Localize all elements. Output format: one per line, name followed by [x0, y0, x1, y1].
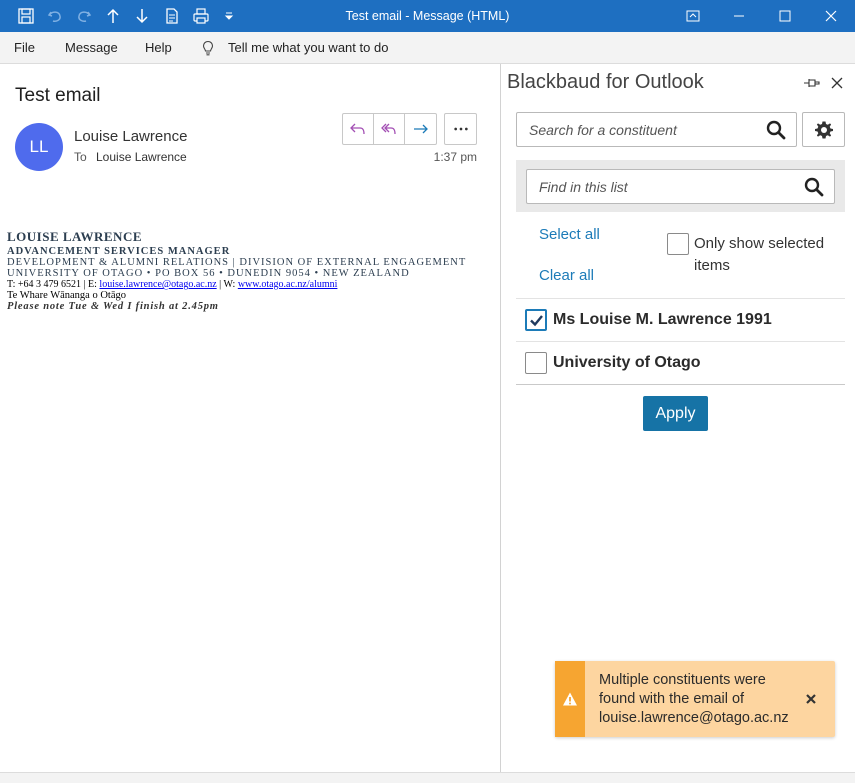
checkmark-icon: [530, 315, 543, 327]
constituent-label[interactable]: Ms Louise M. Lawrence 1991: [553, 311, 772, 329]
search-icon[interactable]: [766, 120, 786, 140]
avatar: LL: [15, 123, 63, 171]
constituent-checkbox-checked[interactable]: [525, 309, 547, 331]
avatar-initials: LL: [29, 137, 49, 156]
warning-icon: [563, 692, 577, 706]
list-divider: [516, 298, 845, 299]
pane-divider[interactable]: [500, 64, 501, 772]
signature-name: LOUISE LAWRENCE: [7, 229, 143, 244]
to-label: To: [74, 150, 87, 164]
only-show-selected-label[interactable]: Only show selected items: [694, 233, 844, 277]
signature-web-prefix: | W:: [216, 279, 238, 290]
signature-note: Please note Tue & Wed I finish at 2.45pm: [7, 301, 219, 312]
previous-item-icon[interactable]: [98, 0, 127, 32]
print-icon[interactable]: [186, 0, 215, 32]
warning-toast: Multiple constituents were found with th…: [555, 661, 835, 737]
email-signature: LOUISE LAWRENCE ADVANCEMENT SERVICES MAN…: [7, 229, 466, 312]
signature-university: UNIVERSITY OF OTAGO • PO BOX 56 • DUNEDI…: [7, 268, 410, 279]
settings-button[interactable]: [802, 112, 845, 147]
list-divider: [516, 384, 845, 385]
undo-icon[interactable]: [40, 0, 69, 32]
close-pane-icon[interactable]: [829, 75, 845, 91]
forward-button[interactable]: [405, 114, 436, 144]
minimize-icon[interactable]: [716, 0, 762, 32]
reply-button-group: [342, 113, 437, 145]
menu-help[interactable]: Help: [145, 32, 172, 64]
signature-email-link[interactable]: louise.lawrence@otago.ac.nz: [99, 279, 216, 290]
maximize-icon[interactable]: [762, 0, 808, 32]
warning-message: Multiple constituents were found with th…: [599, 672, 789, 726]
redo-icon[interactable]: [69, 0, 98, 32]
close-toast-icon[interactable]: [804, 692, 818, 706]
title-bar: Test email - Message (HTML): [0, 0, 855, 32]
signature-web-link[interactable]: www.otago.ac.nz/alumni: [238, 279, 338, 290]
save-icon[interactable]: [11, 0, 40, 32]
message-subject: Test email: [15, 85, 101, 106]
more-actions-button[interactable]: [444, 113, 477, 145]
only-show-selected-checkbox[interactable]: [667, 233, 689, 255]
customize-toolbar-icon[interactable]: [214, 0, 243, 32]
reply-all-icon: [381, 123, 396, 135]
find-in-list-input[interactable]: [539, 170, 759, 203]
close-window-icon[interactable]: [808, 0, 854, 32]
select-all-link[interactable]: Select all: [539, 226, 600, 243]
next-item-icon[interactable]: [127, 0, 156, 32]
signature-department: DEVELOPMENT & ALUMNI RELATIONS | DIVISIO…: [7, 257, 467, 268]
reply-all-button[interactable]: [374, 114, 405, 144]
signature-maori-name: Te Whare Wānanga o Otāgo: [7, 290, 126, 301]
signature-phone: T: +64 3 479 6521 | E:: [7, 279, 100, 290]
menu-file[interactable]: File: [14, 32, 35, 64]
print-preview-icon[interactable]: [157, 0, 186, 32]
menu-message[interactable]: Message: [65, 32, 118, 64]
signature-role: ADVANCEMENT SERVICES MANAGER: [7, 246, 231, 257]
recipient-name[interactable]: Louise Lawrence: [96, 150, 187, 164]
menu-bar: File Message Help Tell me what you want …: [0, 32, 855, 64]
signature-contact: T: +64 3 479 6521 | E: louise.lawrence@o…: [7, 279, 466, 290]
apply-button[interactable]: Apply: [643, 396, 708, 431]
gear-icon: [814, 121, 833, 138]
warning-bar: [555, 661, 585, 737]
constituent-checkbox[interactable]: [525, 352, 547, 374]
lightbulb-icon: [202, 40, 214, 56]
ribbon-display-icon[interactable]: [670, 0, 716, 32]
list-divider: [516, 341, 845, 342]
tell-me-search[interactable]: Tell me what you want to do: [228, 32, 388, 64]
reply-icon: [350, 123, 365, 135]
ellipsis-icon: [453, 127, 468, 131]
message-time: 1:37 pm: [433, 150, 477, 164]
status-strip: [0, 772, 855, 783]
sender-name[interactable]: Louise Lawrence: [74, 128, 187, 145]
constituent-search-box: [516, 112, 797, 147]
constituent-search-input[interactable]: [529, 113, 749, 146]
pin-icon[interactable]: [803, 75, 821, 91]
find-search-icon[interactable]: [804, 177, 824, 197]
addin-title: Blackbaud for Outlook: [507, 71, 704, 93]
reply-button[interactable]: [343, 114, 374, 144]
forward-arrow-icon: [413, 124, 428, 134]
find-in-list-box: [526, 169, 835, 204]
clear-all-link[interactable]: Clear all: [539, 267, 594, 284]
constituent-label[interactable]: University of Otago: [553, 354, 701, 372]
